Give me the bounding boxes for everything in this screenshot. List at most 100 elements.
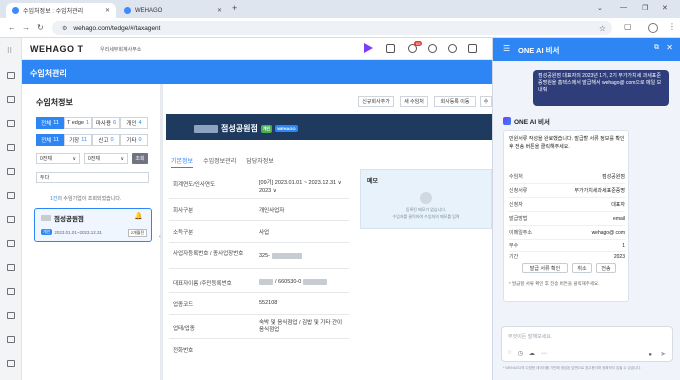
chat-input[interactable]: 무엇이든 말해보세요. ◌ ◷ ☁ ⋯ ● ➤ [501,326,673,362]
chevron-down-icon: ∨ [72,155,76,162]
close-tab-icon[interactable]: ✕ [217,7,222,14]
tab-contacts[interactable]: 담당자정보 [246,156,274,168]
company-selector[interactable]: 우리세무회계사무소 [100,46,141,53]
notification-badge: 65 [414,41,423,46]
browser-tab-wehago[interactable]: WEHAGO ✕ [118,3,228,18]
rail-menu-icon-3[interactable] [7,120,15,127]
rail-menu-icon-2[interactable] [7,96,15,103]
fiscal-year-select-2[interactable]: 2023 ∨ [259,188,277,194]
extensions-icon[interactable]: ▢ [624,22,632,31]
maximize-icon[interactable]: ❐ [642,4,648,12]
bot-label: ONE AI 비서 [503,116,550,126]
new-client-button[interactable]: 새 수임처 [400,96,428,107]
chat-bubble-icon[interactable]: ◌ [508,350,512,357]
apps-grid-icon[interactable]: ⁝⁝ [7,46,15,55]
tab-engagement[interactable]: 수임정보관리 [203,156,236,168]
move-company-button[interactable]: 회사등록 이동 [434,96,476,107]
memo-empty-icon [420,192,432,204]
filter-all[interactable]: 전체 11 [36,117,64,129]
hint-note: * 발급할 서류 확인 후 전송 버튼을 클릭해주세요. [509,281,600,286]
filter-unused[interactable]: 마사용 6 [92,117,120,129]
time-tag: 2개월전 [127,229,147,237]
rail-menu-icon-10[interactable] [7,288,15,295]
field-label: 전화번호 [173,348,194,354]
field-value: 숙박 및 음식점업 / 김밥 및 기타 간이 음식점업 [259,320,343,333]
document-icon[interactable] [386,44,395,53]
chat-icon[interactable] [428,44,437,53]
site-info-icon[interactable]: ⚙ [62,25,67,32]
confirm-document-button[interactable]: 발급 서류 확인 [522,263,568,273]
search-input[interactable]: 두다 [36,172,149,183]
rail-menu-icon-9[interactable] [7,264,15,271]
rail-menu-icon-8[interactable] [7,240,15,247]
field-value: 325- [259,253,303,259]
menu-icon[interactable]: ☰ [503,44,510,53]
new-tab-button[interactable]: + [232,3,237,13]
rail-menu-icon-6[interactable] [7,192,15,199]
field-value: 개인사업자 [259,208,285,214]
browser-menu-icon[interactable]: ⋮ [668,22,676,31]
bookmark-star-icon[interactable]: ☆ [599,24,606,33]
masked-text [194,124,218,133]
result-count: 1건의 수임기업이 조회되었습니다. [50,196,122,202]
rail-menu-icon-5[interactable] [7,168,15,175]
status-badge: 개인 [260,124,273,133]
send-button[interactable]: 전송 [596,263,616,273]
mic-icon[interactable]: ● [648,352,652,358]
tab-search-icon[interactable]: ⌄ [597,4,603,12]
detail-tabs: 기본정보 수임정보관리 담당자정보 [171,156,274,168]
field-value: 552108 [259,300,278,306]
tab-basic-info[interactable]: 기본정보 [171,156,194,168]
rail-menu-icon-7[interactable] [7,216,15,223]
minimize-icon[interactable]: — [620,4,627,11]
rail-menu-icon-1[interactable] [7,72,15,79]
rail-menu-icon-4[interactable] [7,144,15,151]
filter-select-1[interactable]: 0전체 ∨ [36,153,80,164]
field-label: 업종코드 [173,302,194,308]
cloud-icon[interactable]: ☁ [529,350,535,357]
close-window-icon[interactable]: ✕ [662,4,668,12]
filter-select-2[interactable]: 0전체 ∨ [84,153,128,164]
ai-assistant-panel: ☰ ONE AI 비서 ⧉ ✕ 점성공원점 대표자의 2023년 1기, 2기 … [492,38,680,380]
settings-icon[interactable] [468,44,477,53]
rail-menu-icon-13[interactable] [7,360,15,367]
close-tab-icon[interactable]: ✕ [105,7,110,14]
client-detail-panel: 신규회사추가 새 수임처 회사등록 이동 수 점성공원점 개인 WEHAGO 기… [163,84,492,380]
address-bar: ← → ↻ ⚙ wehago.com/tedge/#/taxagent ☆ ▢ … [0,18,680,38]
expand-icon[interactable]: ⧉ [654,44,659,52]
filter2-other[interactable]: 기타 0 [120,134,148,146]
filter2-report[interactable]: 신고 0 [92,134,120,146]
memo-panel: 메모 등록된 메모가 없습니다. 수임처를 클릭하여 수임처의 메모를 입력 [360,169,492,229]
history-icon[interactable]: ◷ [518,350,523,357]
fiscal-year-select[interactable]: [09기] 2023.01.01 ~ 2023.12.31 ∨ [259,178,342,186]
filter2-all[interactable]: 전체 11 [36,134,64,146]
wehago-logo[interactable]: WEHAGO T [30,44,84,54]
cancel-button[interactable]: 취소 [572,263,592,273]
close-icon[interactable]: ✕ [666,43,673,52]
url-field[interactable]: ⚙ wehago.com/tedge/#/taxagent ☆ [52,21,612,35]
send-icon[interactable]: ➤ [660,350,666,358]
page-title: 수임처관리 [30,69,67,78]
collapse-icon: ‹ [159,234,161,240]
back-icon[interactable]: ← [8,23,16,32]
field-value: 사업 [259,230,270,236]
client-card[interactable]: 점성공원점 🔔 개인 2023.01.01~2023.12.31 2개월전 [34,208,152,242]
add-company-button[interactable]: 신규회사추가 [358,96,394,107]
filter2-bookkeeping[interactable]: 기장 11 [64,134,92,146]
browser-tab-active[interactable]: 수임처정보 : 수임처관리 ✕ [6,3,116,18]
filter-tedge[interactable]: T edge 1 [64,117,92,129]
search-button[interactable]: 조회 [132,153,148,164]
ai-launcher-icon[interactable] [364,43,373,53]
filter-individual[interactable]: 개인 4 [120,117,148,129]
rail-menu-icon-12[interactable] [7,336,15,343]
site-favicon-icon [12,7,19,14]
assistant-header: ☰ ONE AI 비서 ⧉ ✕ [493,38,680,61]
more-button[interactable]: 수 [480,96,492,107]
reload-icon[interactable]: ↻ [37,23,44,32]
bell-icon[interactable]: 🔔 [134,212,143,220]
more-icon[interactable]: ⋯ [541,350,547,357]
rail-menu-icon-11[interactable] [7,312,15,319]
forward-icon[interactable]: → [22,23,30,32]
profile-icon[interactable] [648,23,658,33]
help-icon[interactable] [448,44,457,53]
